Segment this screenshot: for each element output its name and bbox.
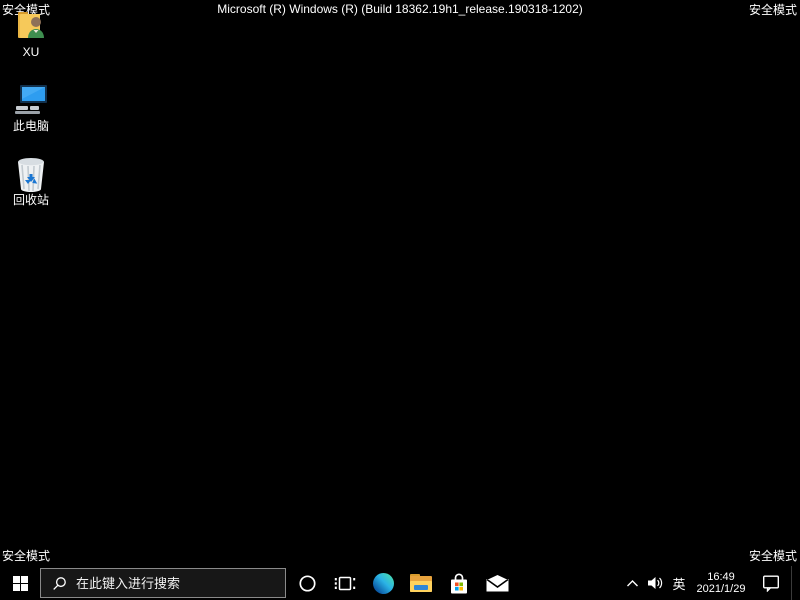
store-icon	[451, 572, 467, 593]
safe-mode-label-bottom-right: 安全模式	[748, 549, 797, 563]
desktop-icon-this-pc[interactable]: 此电脑	[0, 82, 62, 133]
speaker-icon	[647, 577, 662, 589]
windows-build-banner: Microsoft (R) Windows (R) (Build 18362.1…	[217, 2, 583, 16]
taskbar: 英 16:49 2021/1/29	[0, 566, 800, 600]
volume-button[interactable]	[643, 566, 667, 600]
safe-mode-label-bottom-left: 安全模式	[2, 549, 51, 563]
cortana-icon	[298, 574, 316, 592]
edge-icon	[372, 572, 394, 594]
input-method-label: 英	[672, 576, 686, 592]
safe-mode-label-top-right: 安全模式	[748, 3, 797, 17]
desktop-icon-user-folder[interactable]: XU	[0, 8, 62, 59]
task-view-button[interactable]	[326, 566, 364, 600]
input-method-indicator[interactable]: 英	[667, 566, 691, 600]
action-center-button[interactable]	[751, 566, 791, 600]
desktop-icon-label: 回收站	[12, 193, 49, 207]
task-view-icon	[334, 576, 356, 590]
cortana-button[interactable]	[288, 566, 326, 600]
clock[interactable]: 16:49 2021/1/29	[691, 566, 751, 600]
store-button[interactable]	[440, 566, 478, 600]
start-button[interactable]	[0, 566, 40, 600]
recycle-bin-icon	[12, 156, 50, 192]
chevron-up-icon	[626, 579, 638, 586]
mail-icon	[486, 574, 508, 591]
file-explorer-button[interactable]	[402, 566, 440, 600]
search-icon	[53, 576, 66, 590]
mail-button[interactable]	[478, 566, 516, 600]
action-center-icon	[763, 575, 780, 592]
windows-safe-mode-desktop: { "safe_mode": { "label": "安全模式" }, "ban…	[0, 0, 800, 600]
taskbar-pinned-icons	[288, 566, 516, 600]
this-pc-icon	[12, 82, 50, 118]
windows-logo-icon	[12, 575, 28, 591]
user-folder-icon	[12, 8, 50, 44]
desktop-icon-label: XU	[22, 45, 40, 59]
file-explorer-icon	[410, 574, 432, 592]
taskbar-search-box[interactable]	[40, 568, 286, 598]
clock-date: 2021/1/29	[696, 583, 746, 595]
system-tray: 英 16:49 2021/1/29	[621, 566, 800, 600]
show-desktop-button[interactable]	[791, 566, 795, 600]
clock-time: 16:49	[707, 571, 735, 583]
desktop-icon-recycle-bin[interactable]: 回收站	[0, 156, 62, 207]
search-input[interactable]	[76, 569, 285, 597]
show-hidden-icons-button[interactable]	[621, 566, 643, 600]
desktop-icon-label: 此电脑	[12, 119, 49, 133]
edge-button[interactable]	[364, 566, 402, 600]
